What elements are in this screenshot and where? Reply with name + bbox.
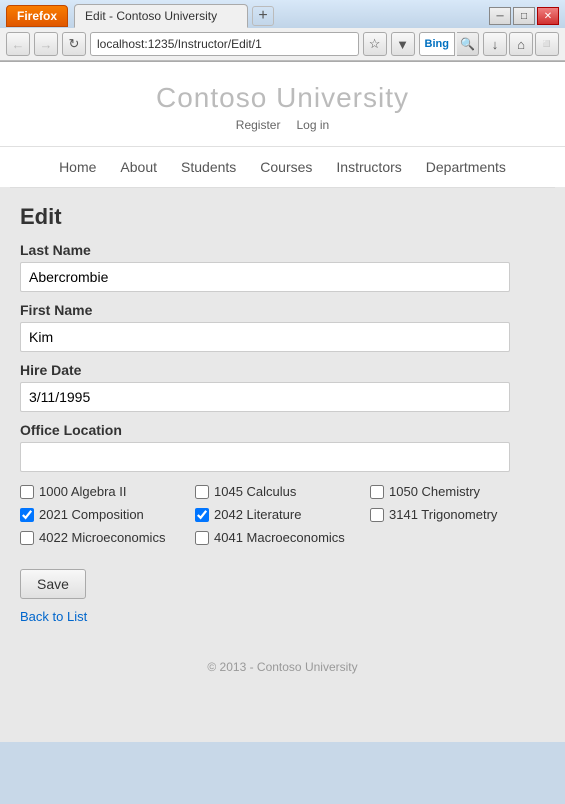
last-name-label: Last Name <box>20 242 545 258</box>
nav-departments[interactable]: Departments <box>414 155 518 179</box>
new-tab-button[interactable]: + <box>252 6 274 26</box>
course-1000-label: 1000 Algebra II <box>39 484 126 499</box>
restore-button[interactable]: □ <box>513 7 535 25</box>
last-name-input[interactable] <box>20 262 510 292</box>
save-button[interactable]: Save <box>20 569 86 599</box>
bookmark-check-button[interactable]: ▼ <box>391 32 415 56</box>
site-title: Contoso University <box>0 82 565 114</box>
course-4022-label: 4022 Microeconomics <box>39 530 165 545</box>
auth-links: Register Log in <box>0 118 565 132</box>
forward-button[interactable]: → <box>34 32 58 56</box>
course-2042-checkbox[interactable] <box>195 508 209 522</box>
hire-date-group: Hire Date <box>20 362 545 412</box>
course-2021: 2021 Composition <box>20 507 195 522</box>
nav-instructors[interactable]: Instructors <box>324 155 413 179</box>
course-3141-label: 3141 Trigonometry <box>389 507 497 522</box>
nav-students[interactable]: Students <box>169 155 248 179</box>
courses-grid: 1000 Algebra II 1045 Calculus 1050 Chemi… <box>20 484 545 545</box>
course-3141: 3141 Trigonometry <box>370 507 545 522</box>
course-4022: 4022 Microeconomics <box>20 530 195 545</box>
bookmark-button[interactable]: ☆ <box>363 32 387 56</box>
nav-courses[interactable]: Courses <box>248 155 324 179</box>
course-2021-checkbox[interactable] <box>20 508 34 522</box>
search-button[interactable]: 🔍 <box>457 32 479 56</box>
first-name-label: First Name <box>20 302 545 318</box>
office-input[interactable] <box>20 442 510 472</box>
page-heading: Edit <box>20 204 545 230</box>
first-name-input[interactable] <box>20 322 510 352</box>
last-name-group: Last Name <box>20 242 545 292</box>
footer-text: © 2013 - Contoso University <box>207 660 357 674</box>
close-button[interactable]: ✕ <box>537 7 559 25</box>
download-icon[interactable]: ↓ <box>483 32 507 56</box>
main-nav: Home About Students Courses Instructors … <box>0 146 565 187</box>
course-2021-label: 2021 Composition <box>39 507 144 522</box>
course-2042: 2042 Literature <box>195 507 370 522</box>
footer: © 2013 - Contoso University <box>0 644 565 690</box>
office-label: Office Location <box>20 422 545 438</box>
course-1045: 1045 Calculus <box>195 484 370 499</box>
tab-title: Edit - Contoso University <box>85 9 217 23</box>
course-3141-checkbox[interactable] <box>370 508 384 522</box>
course-1050: 1050 Chemistry <box>370 484 545 499</box>
course-4041: 4041 Macroeconomics <box>195 530 370 545</box>
register-link[interactable]: Register <box>236 118 281 132</box>
active-tab[interactable]: Edit - Contoso University <box>74 4 248 28</box>
course-4041-label: 4041 Macroeconomics <box>214 530 345 545</box>
course-4022-checkbox[interactable] <box>20 531 34 545</box>
bing-logo: Bing <box>419 32 455 56</box>
first-name-group: First Name <box>20 302 545 352</box>
course-4041-checkbox[interactable] <box>195 531 209 545</box>
nav-home[interactable]: Home <box>47 155 108 179</box>
course-1050-checkbox[interactable] <box>370 485 384 499</box>
course-1000: 1000 Algebra II <box>20 484 195 499</box>
login-link[interactable]: Log in <box>297 118 330 132</box>
course-1045-label: 1045 Calculus <box>214 484 296 499</box>
extensions-icon[interactable]: ◽ <box>535 32 559 56</box>
nav-about[interactable]: About <box>108 155 169 179</box>
office-location-group: Office Location <box>20 422 545 472</box>
address-bar[interactable] <box>90 32 359 56</box>
minimize-button[interactable]: ─ <box>489 7 511 25</box>
home-icon[interactable]: ⌂ <box>509 32 533 56</box>
course-1050-label: 1050 Chemistry <box>389 484 480 499</box>
hire-date-label: Hire Date <box>20 362 545 378</box>
course-2042-label: 2042 Literature <box>214 507 301 522</box>
course-1045-checkbox[interactable] <box>195 485 209 499</box>
back-to-list-link[interactable]: Back to List <box>20 609 545 624</box>
hire-date-input[interactable] <box>20 382 510 412</box>
back-button[interactable]: ← <box>6 32 30 56</box>
course-1000-checkbox[interactable] <box>20 485 34 499</box>
refresh-button[interactable]: ↻ <box>62 32 86 56</box>
firefox-menu-button[interactable]: Firefox <box>6 5 68 27</box>
